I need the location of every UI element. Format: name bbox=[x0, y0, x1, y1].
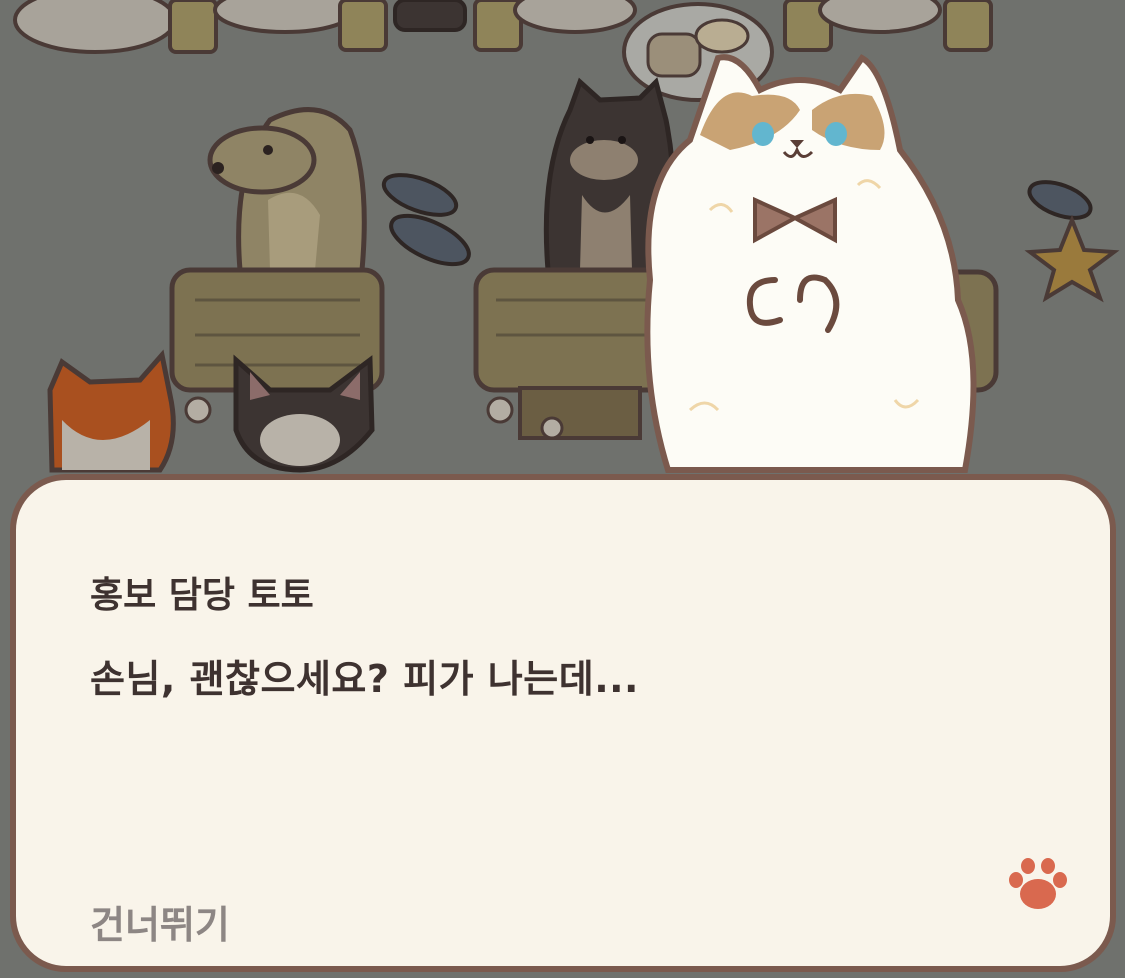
dialog-message: 손님, 괜찮으세요? 피가 나는데... bbox=[90, 657, 639, 701]
next-button[interactable] bbox=[1002, 850, 1074, 916]
dialog-box[interactable]: 홍보 담당 토토 손님, 괜찮으세요? 피가 나는데... 건너뛰기 bbox=[10, 474, 1116, 972]
skip-button[interactable]: 건너뛰기 bbox=[90, 894, 230, 949]
speaker-name: 홍보 담당 토토 bbox=[90, 575, 314, 616]
paw-icon bbox=[1008, 856, 1068, 916]
